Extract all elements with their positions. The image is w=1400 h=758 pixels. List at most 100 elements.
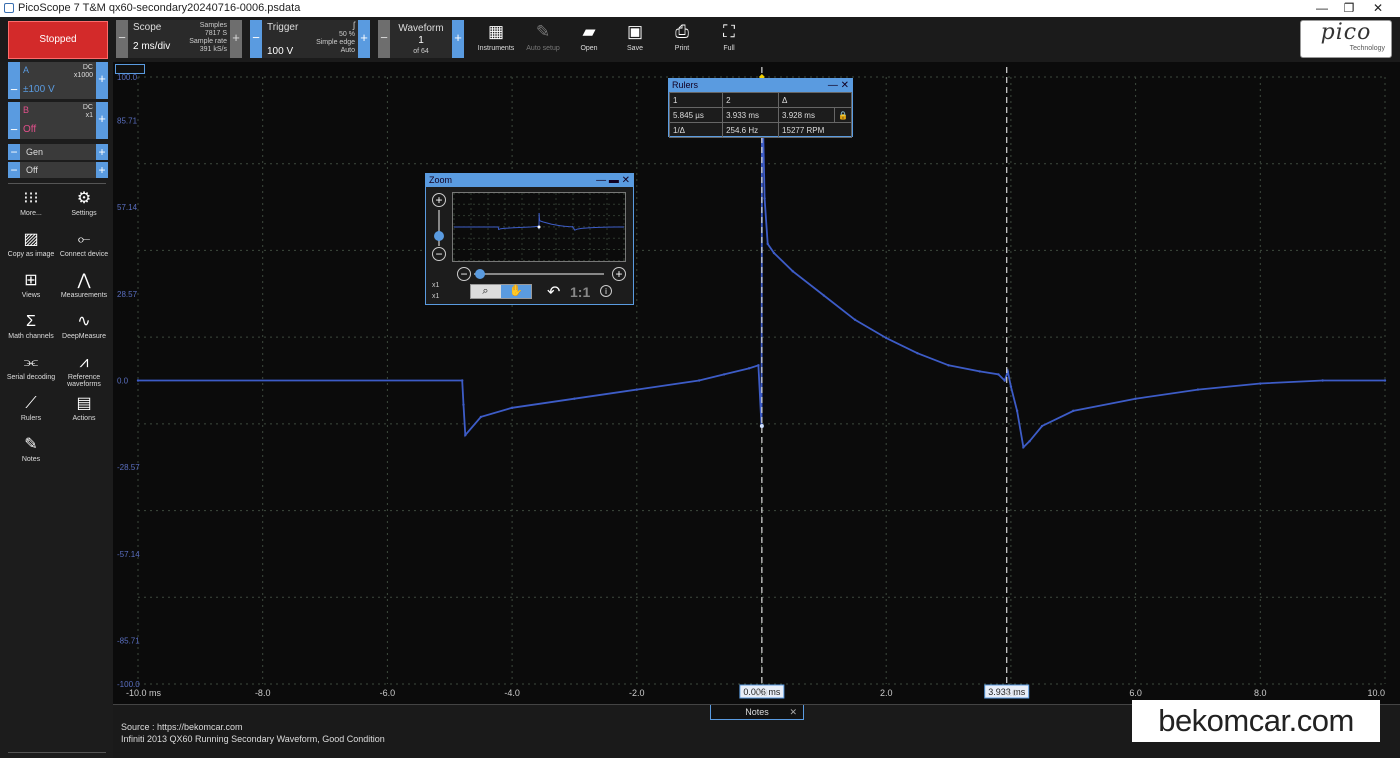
info-icon[interactable]: i [600, 285, 612, 297]
auto-setup-button[interactable]: ✎ Auto setup [518, 19, 568, 52]
trace-point [461, 379, 464, 382]
timebase-increase-button[interactable]: + [230, 20, 242, 58]
frequency-label: 1/Δ [668, 122, 724, 138]
copy-as-image-button[interactable]: ▨ Copy as image [5, 229, 57, 258]
trigger-decrease-button[interactable]: − [250, 20, 262, 58]
trigger-increase-button[interactable]: + [358, 20, 370, 58]
generator-decrease-button[interactable]: − [8, 144, 20, 160]
waveform-previous-button[interactable]: − [378, 20, 390, 58]
channel-a-increase-button[interactable]: + [96, 62, 108, 99]
channel-a-control[interactable]: − + A DC x1000 ±100 V [8, 62, 108, 99]
instruments-button[interactable]: ▦ Instruments [471, 19, 521, 52]
reference-waveforms-button[interactable]: ⩘ Reference waveforms [58, 352, 110, 388]
zoom-overview[interactable] [452, 192, 626, 262]
rulers-button[interactable]: ⟋ Rulers [5, 393, 57, 422]
scope-timebase-group: − Scope 2 ms/div Samples 7817 S Sample r… [116, 20, 242, 58]
serial-icon: ⫘ [23, 354, 39, 371]
channel-a-decrease-button[interactable]: − [8, 83, 20, 96]
restore-button[interactable]: ❐ [1334, 0, 1364, 17]
zoom-x-slider-handle[interactable] [475, 269, 485, 279]
trace-point [822, 294, 826, 297]
waveform-next-button[interactable]: + [452, 20, 464, 58]
samples-value: 7817 S [204, 30, 227, 37]
zoom-out-y-button[interactable]: − [432, 247, 446, 261]
generator-state-increase-button[interactable]: + [96, 162, 108, 178]
ruler-2-value: 3.933 ms [722, 107, 780, 123]
full-screen-button[interactable]: ⛶ Full [704, 19, 754, 52]
ruler-1-value: 5.845 µs [668, 107, 724, 123]
scope-plot[interactable]: 0.006 ms3.933 ms V100.085.7157.1428.570.… [113, 62, 1400, 704]
lock-icon[interactable]: 🔒 [834, 107, 852, 123]
watermark: bekomcar.com [1132, 700, 1380, 742]
app-icon [4, 3, 14, 13]
undo-zoom-icon[interactable]: ↶ [547, 282, 560, 302]
time-rulers: 0.006 ms 3.933 ms [739, 67, 1030, 699]
waveform-box[interactable]: Waveform 1 of 64 [390, 20, 452, 58]
timebase-decrease-button[interactable]: − [116, 20, 128, 58]
scope-view[interactable]: 0.006 ms3.933 ms V100.085.7157.1428.570.… [113, 62, 1400, 704]
waveform-label: Waveform [398, 23, 444, 34]
notes-close-icon[interactable]: ✕ [789, 705, 797, 719]
zoom-x-track[interactable] [474, 273, 604, 275]
run-stop-button[interactable]: Stopped [8, 21, 108, 59]
rulers-close-button[interactable]: ✕ [841, 80, 849, 91]
open-button[interactable]: ▰ Open [564, 19, 614, 52]
trigger-box[interactable]: Trigger 100 V ʃ 50 % Simple edge Auto [262, 20, 358, 58]
zoom-out-x-button[interactable]: − [457, 267, 471, 281]
trace-point [978, 370, 981, 373]
notes-tab[interactable]: Notes ✕ [710, 705, 804, 720]
deepmeasure-icon: ∿ [77, 313, 91, 330]
fullscreen-icon: ⛶ [723, 22, 735, 41]
folder-icon: ▰ [582, 22, 596, 41]
trace-point [997, 373, 1000, 376]
trace-point [479, 415, 483, 419]
rulers-minimize-button[interactable]: — [828, 80, 838, 91]
measurements-button[interactable]: ⋀ Measurements [58, 270, 110, 299]
timebase-box[interactable]: Scope 2 ms/div Samples 7817 S Sample rat… [128, 20, 230, 58]
channel-b-decrease-button[interactable]: − [8, 123, 20, 136]
notes-button[interactable]: ✎ Notes [5, 434, 57, 463]
zoom-mode-icon[interactable]: ⌕ [471, 285, 500, 298]
views-button[interactable]: ⊞ Views [5, 270, 57, 299]
printer-icon: ⎙ [675, 22, 689, 41]
minimize-button[interactable]: — [1307, 0, 1337, 17]
zoom-in-x-button[interactable]: + [612, 267, 626, 281]
deepmeasure-button[interactable]: ∿ DeepMeasure [58, 311, 110, 340]
generator-increase-button[interactable]: + [96, 144, 108, 160]
generator-state-decrease-button[interactable]: − [8, 162, 20, 178]
settings-button[interactable]: ⚙ Settings [58, 188, 110, 217]
trigger-level: 50 % [339, 31, 355, 38]
channel-axis-tab[interactable] [115, 64, 145, 74]
pan-mode-icon[interactable]: ✋ [501, 285, 531, 298]
print-button[interactable]: ⎙ Print [657, 19, 707, 52]
auto-setup-icon: ✎ [535, 22, 551, 41]
notes-line-2[interactable]: Infiniti 2013 QX60 Running Secondary Wav… [121, 734, 385, 744]
trace-point [464, 433, 467, 437]
zoom-x-factor: x1 [432, 282, 440, 289]
views-icon: ⊞ [24, 272, 38, 289]
zoom-in-y-button[interactable]: + [432, 193, 446, 207]
save-button[interactable]: ▣ Save [610, 19, 660, 52]
serial-decoding-button[interactable]: ⫘ Serial decoding [5, 352, 57, 381]
channel-b-control[interactable]: − + B DC x1 Off [8, 102, 108, 139]
more-button[interactable]: ⁝⁝⁝ More... [5, 188, 57, 217]
channel-b-increase-button[interactable]: + [96, 102, 108, 139]
notes-line-1[interactable]: Source : https://bekomcar.com [121, 722, 243, 732]
generator-control[interactable]: − Gen + [8, 144, 108, 160]
generator-state-control[interactable]: − Off + [8, 162, 108, 178]
math-channels-button[interactable]: Σ Math channels [5, 311, 57, 340]
clapper-icon: ▤ [76, 395, 92, 412]
generator-label: Gen [26, 147, 44, 157]
reference-icon: ⩘ [79, 354, 89, 371]
actions-button[interactable]: ▤ Actions [58, 393, 110, 422]
connect-device-button[interactable]: ⟜ Connect device [58, 229, 110, 258]
x-tick-label: -6.0 [380, 688, 396, 698]
close-window-button[interactable]: ✕ [1363, 0, 1393, 17]
trace-point [1196, 388, 1200, 391]
trace-point [916, 351, 919, 355]
zoom-y-slider-handle[interactable] [434, 231, 444, 241]
trace-point [697, 379, 701, 382]
x-tick-label: 8.0 [1254, 688, 1267, 698]
zoom-window-controls[interactable]: — ▬ ✕ [596, 174, 630, 187]
zoom-one-to-one-button[interactable]: 1:1 [570, 284, 590, 300]
